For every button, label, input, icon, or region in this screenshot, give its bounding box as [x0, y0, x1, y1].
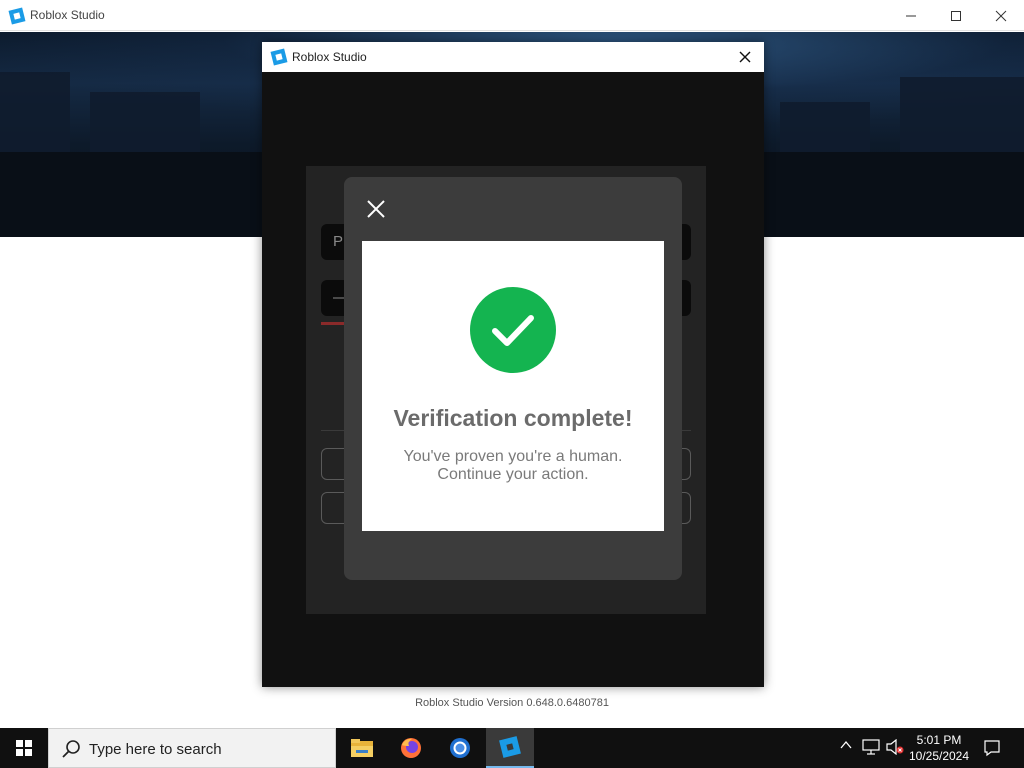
search-placeholder: Type here to search: [89, 741, 222, 758]
windows-taskbar: Type here to search 5:01 PM 10/25/2024: [0, 728, 1024, 768]
file-explorer-taskbar-button[interactable]: [338, 728, 386, 768]
verification-message: You've proven you're a human. Continue y…: [362, 448, 664, 484]
roblox-studio-icon: [499, 736, 521, 758]
captcha-close-button[interactable]: [364, 197, 388, 221]
roblox-studio-logo-icon: [8, 7, 26, 25]
file-explorer-icon: [351, 739, 373, 757]
maximize-icon: [951, 10, 961, 21]
chevron-up-icon: [840, 740, 852, 749]
close-icon: [367, 200, 385, 218]
dialog-close-button[interactable]: [734, 46, 756, 68]
volume-muted-icon: [886, 738, 904, 756]
close-icon: [995, 10, 1007, 21]
network-tray-button[interactable]: [862, 739, 880, 758]
main-window-title: Roblox Studio: [30, 8, 105, 22]
notifications-button[interactable]: [978, 728, 1006, 768]
clock-time: 5:01 PM: [916, 733, 962, 747]
dialog-titlebar: Roblox Studio: [262, 42, 764, 72]
minimize-button[interactable]: [888, 0, 934, 31]
clock-date: 10/25/2024: [908, 749, 970, 763]
chrome-taskbar-button[interactable]: [436, 728, 484, 768]
start-button[interactable]: [0, 728, 48, 768]
firefox-icon: [401, 738, 421, 758]
captcha-result-card: Verification complete! You've proven you…: [362, 241, 664, 531]
verification-title: Verification complete!: [393, 405, 633, 431]
taskbar-search-box[interactable]: Type here to search: [48, 728, 336, 768]
chrome-icon: [450, 738, 470, 758]
show-hidden-icons-button[interactable]: [840, 739, 852, 754]
dialog-title: Roblox Studio: [292, 50, 367, 64]
search-icon: [62, 740, 80, 758]
notification-icon: [984, 740, 1000, 757]
captcha-modal: Verification complete! You've proven you…: [344, 177, 682, 580]
close-window-button[interactable]: [978, 0, 1024, 31]
windows-logo-icon: [16, 740, 32, 756]
maximize-button[interactable]: [933, 0, 979, 31]
login-dialog-window: Roblox Studio P — Verification complete!: [262, 42, 764, 687]
network-icon: [862, 739, 880, 755]
username-field-text: P: [333, 233, 344, 250]
verification-message-line-1: You've proven you're a human.: [403, 448, 623, 465]
taskbar-clock[interactable]: 5:01 PM 10/25/2024: [906, 732, 972, 764]
main-window-titlebar: Roblox Studio: [0, 0, 1024, 31]
success-check-icon: [470, 287, 556, 373]
firefox-taskbar-button[interactable]: [387, 728, 435, 768]
minimize-icon: [906, 15, 916, 16]
roblox-studio-logo-icon: [270, 48, 288, 66]
roblox-studio-taskbar-button[interactable]: [486, 728, 534, 768]
volume-tray-button[interactable]: [886, 738, 904, 758]
version-label: Roblox Studio Version 0.648.0.6480781: [415, 697, 609, 709]
close-icon: [739, 51, 751, 63]
verification-message-line-2: Continue your action.: [437, 466, 589, 483]
